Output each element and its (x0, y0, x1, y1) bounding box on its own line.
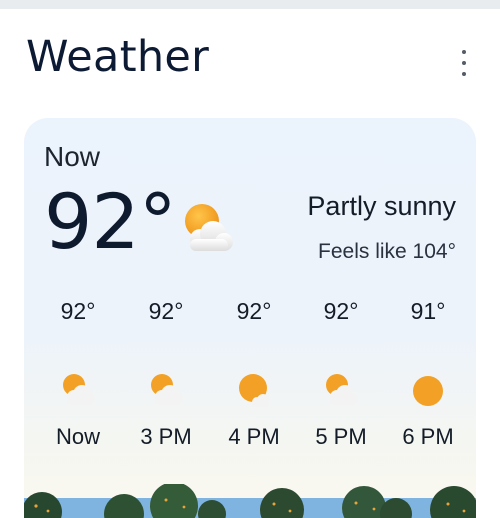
hourly-temp: 91° (410, 298, 446, 324)
dot-icon (462, 72, 466, 76)
dot-icon (462, 61, 466, 65)
dot-icon (462, 50, 466, 54)
hourly-item[interactable]: 92° 4 PM (214, 298, 294, 450)
hourly-temp: 92° (323, 298, 359, 324)
hourly-time: 4 PM (228, 424, 280, 449)
more-options-button[interactable] (453, 50, 475, 76)
hourly-item[interactable]: 92° Now (38, 298, 118, 450)
page-title: Weather (26, 32, 210, 82)
hourly-time: Now (55, 424, 100, 449)
hourly-temp: 92° (236, 298, 272, 324)
hourly-time: 3 PM (140, 424, 192, 449)
hourly-temp: 92° (148, 298, 184, 324)
condition-text: Partly sunny (307, 191, 456, 221)
hourly-item[interactable]: 92° 3 PM (126, 298, 206, 450)
partly-sunny-icon (63, 374, 95, 405)
current-label: Now (44, 141, 101, 172)
scenery-illustration (24, 484, 476, 518)
current-weather-card[interactable]: Now 92° Partly sunny Feels like 104° 92° (24, 118, 476, 518)
current-temperature: 92° (44, 177, 177, 266)
sunny-icon (413, 376, 443, 406)
hourly-time: 5 PM (315, 424, 367, 449)
hourly-temp: 92° (60, 298, 96, 324)
hourly-item[interactable]: 91° 6 PM (388, 298, 468, 450)
status-strip (0, 0, 500, 9)
hourly-forecast: 92° Now 92° 3 PM 92° 4 PM 92° 5 PM 91° 6… (24, 298, 476, 458)
hourly-time: 6 PM (402, 424, 454, 449)
partly-sunny-icon (151, 374, 183, 405)
partly-sunny-icon (326, 374, 358, 405)
hourly-item[interactable]: 92° 5 PM (301, 298, 381, 450)
partly-sunny-icon (185, 204, 233, 251)
feels-like-text: Feels like 104° (318, 240, 456, 263)
mostly-sunny-icon (239, 374, 269, 407)
